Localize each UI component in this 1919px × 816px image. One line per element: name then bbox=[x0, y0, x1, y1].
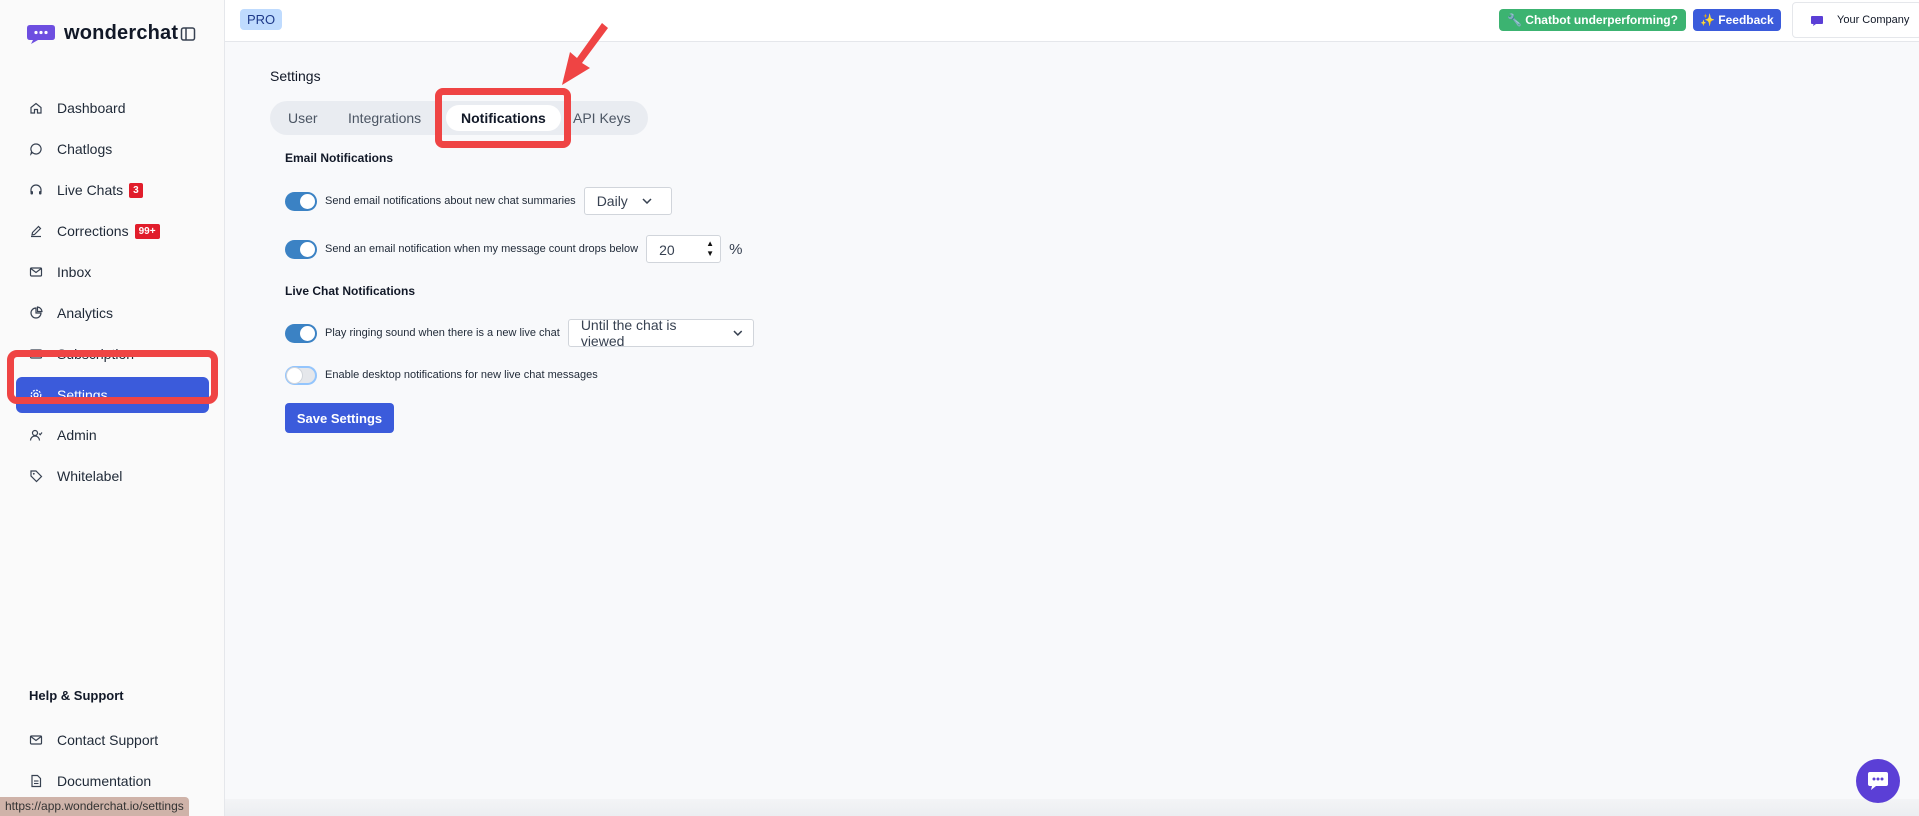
sidebar-item-chatlogs[interactable]: Chatlogs bbox=[16, 131, 209, 167]
message-count-threshold-input[interactable]: 20 ▲ ▼ bbox=[646, 235, 722, 263]
tab-integrations[interactable]: Integrations bbox=[348, 101, 421, 135]
chevron-down-icon bbox=[733, 330, 743, 336]
settings-highlight-annotation bbox=[7, 350, 218, 404]
brand-name: wonderchat bbox=[64, 22, 179, 44]
sidebar-item-label: Whitelabel bbox=[57, 468, 123, 484]
mail-icon bbox=[29, 267, 43, 277]
user-icon bbox=[29, 429, 43, 441]
sidebar-item-label: Corrections bbox=[57, 222, 129, 239]
plan-badge: PRO bbox=[240, 9, 283, 30]
topbar: PRO 🔧 Chatbot underperforming? ✨ Feedbac… bbox=[225, 0, 1919, 42]
help-support-title: Help & Support bbox=[29, 688, 124, 703]
ringing-mode-value: Until the chat is viewed bbox=[580, 317, 677, 349]
percent-unit: % bbox=[729, 240, 743, 258]
document-icon bbox=[31, 774, 42, 788]
ringing-mode-select[interactable]: Until the chat is viewed bbox=[567, 317, 754, 349]
tab-api-keys[interactable]: API Keys bbox=[573, 101, 631, 135]
toggle-knob bbox=[287, 367, 302, 383]
sidebar: wonderchat Dashboard Chatlogs Live Chats… bbox=[0, 0, 225, 816]
sidebar-item-label-wrap: Live Chats 3 bbox=[57, 182, 143, 199]
sidebar-item-analytics[interactable]: Analytics bbox=[16, 295, 209, 331]
chat-widget-icon bbox=[1868, 772, 1888, 790]
sidebar-item-label-wrap: Corrections 99+ bbox=[57, 223, 160, 240]
sidebar-item-dashboard[interactable]: Dashboard bbox=[16, 90, 209, 126]
sidebar-item-documentation[interactable]: Documentation bbox=[16, 763, 209, 799]
company-selector[interactable]: Your Company bbox=[1792, 2, 1919, 38]
sidebar-item-label: Chatlogs bbox=[57, 141, 113, 157]
notifications-tab-highlight-annotation bbox=[435, 88, 571, 148]
desktop-notifications-label: Enable desktop notifications for new liv… bbox=[325, 369, 598, 381]
chat-summaries-row: Send email notifications about new chat … bbox=[285, 186, 672, 216]
sidebar-item-label: Dashboard bbox=[57, 100, 126, 116]
toggle-knob bbox=[300, 193, 315, 209]
page-title: Settings bbox=[270, 68, 321, 84]
sidebar-item-contact-support[interactable]: Contact Support bbox=[16, 722, 209, 758]
mail-icon bbox=[29, 735, 43, 745]
chat-widget-button[interactable] bbox=[1856, 759, 1900, 803]
sidebar-item-whitelabel[interactable]: Whitelabel bbox=[16, 458, 209, 494]
status-bar-url: https://app.wonderchat.io/settings bbox=[0, 797, 189, 816]
pie-chart-icon bbox=[30, 306, 43, 319]
chat-summaries-toggle[interactable] bbox=[285, 191, 317, 211]
wonderchat-logo-icon bbox=[27, 24, 55, 44]
summary-frequency-value: Daily bbox=[596, 193, 628, 209]
pencil-icon bbox=[31, 225, 42, 238]
sidebar-item-label: Analytics bbox=[57, 305, 114, 321]
threshold-value: 20 bbox=[659, 242, 675, 258]
tag-icon bbox=[30, 470, 43, 483]
live-chat-notifications-title: Live Chat Notifications bbox=[285, 284, 416, 298]
summary-frequency-select[interactable]: Daily bbox=[583, 187, 672, 215]
toggle-knob bbox=[300, 241, 315, 257]
message-count-toggle[interactable] bbox=[285, 239, 317, 259]
sidebar-item-live-chats[interactable]: Live Chats 3 bbox=[16, 172, 209, 208]
sidebar-toggle-icon[interactable] bbox=[180, 26, 196, 42]
desktop-notifications-toggle[interactable] bbox=[285, 365, 317, 385]
chat-summaries-label: Send email notifications about new chat … bbox=[325, 195, 576, 207]
logo[interactable]: wonderchat bbox=[26, 22, 178, 45]
sidebar-item-label: Live Chats bbox=[57, 181, 124, 198]
headset-icon bbox=[30, 184, 42, 195]
ringing-sound-toggle[interactable] bbox=[285, 323, 317, 343]
sidebar-item-inbox[interactable]: Inbox bbox=[16, 254, 209, 290]
red-arrow-annotation bbox=[562, 23, 608, 85]
sidebar-item-label: Contact Support bbox=[57, 732, 159, 748]
sidebar-item-label: Inbox bbox=[57, 264, 92, 280]
ringing-sound-label: Play ringing sound when there is a new l… bbox=[325, 327, 560, 339]
home-icon bbox=[30, 102, 42, 114]
chevron-down-icon bbox=[642, 198, 652, 204]
sidebar-item-admin[interactable]: Admin bbox=[16, 417, 209, 453]
number-stepper-icon[interactable]: ▲ ▼ bbox=[706, 239, 714, 259]
toggle-knob bbox=[300, 325, 315, 341]
ringing-row: Play ringing sound when there is a new l… bbox=[285, 317, 754, 349]
sidebar-item-label: Documentation bbox=[57, 773, 152, 789]
message-count-row: Send an email notification when my messa… bbox=[285, 234, 742, 264]
save-settings-button[interactable]: Save Settings bbox=[285, 403, 394, 433]
chat-bubble-icon bbox=[29, 143, 42, 156]
desktop-notifications-row: Enable desktop notifications for new liv… bbox=[285, 360, 598, 390]
bottom-strip bbox=[225, 799, 1919, 816]
feedback-button[interactable]: ✨ Feedback bbox=[1693, 9, 1781, 31]
chat-icon bbox=[1811, 16, 1823, 26]
corrections-count-badge: 99+ bbox=[134, 224, 160, 240]
message-count-label: Send an email notification when my messa… bbox=[325, 243, 639, 255]
sidebar-item-label: Admin bbox=[57, 427, 97, 443]
chatbot-underperforming-button[interactable]: 🔧 Chatbot underperforming? bbox=[1499, 9, 1686, 31]
tab-user[interactable]: User bbox=[288, 101, 318, 135]
email-notifications-title: Email Notifications bbox=[285, 151, 394, 165]
live-chats-count-badge: 3 bbox=[129, 183, 143, 199]
company-name: Your Company bbox=[1837, 14, 1910, 26]
sidebar-item-corrections[interactable]: Corrections 99+ bbox=[16, 213, 209, 249]
